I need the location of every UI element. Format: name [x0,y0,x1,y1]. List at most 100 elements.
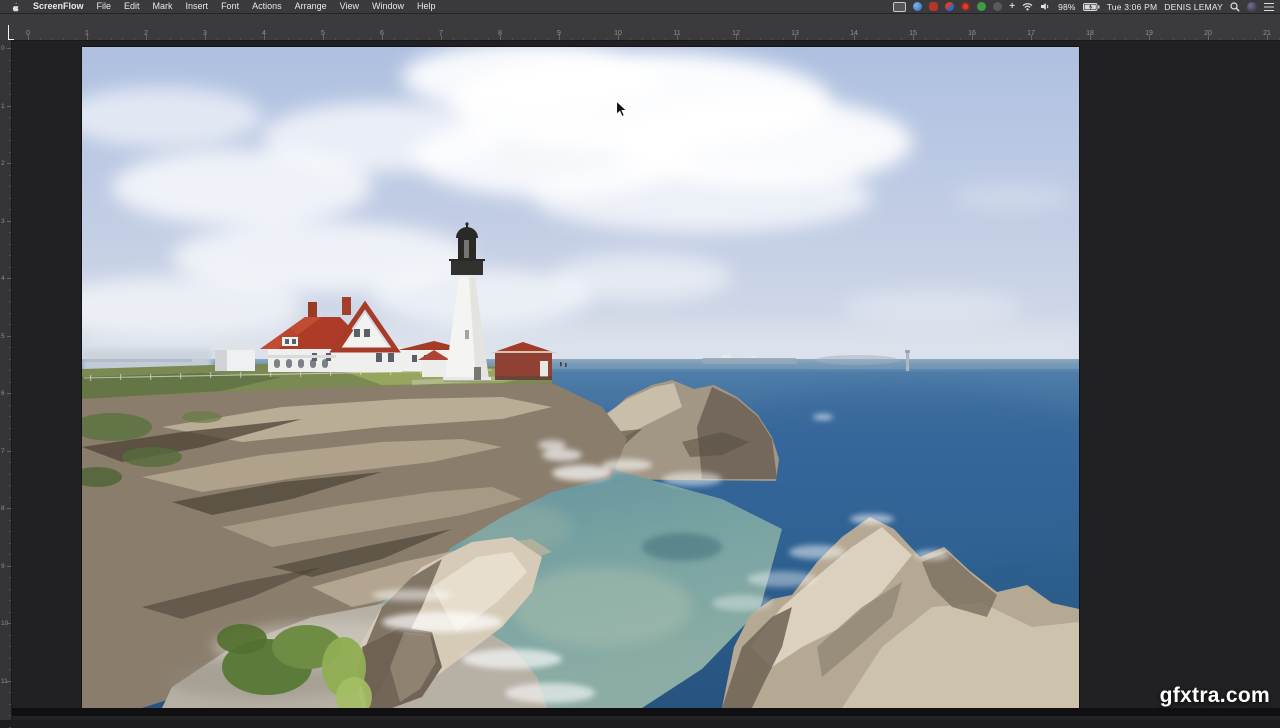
menu-items: ScreenFlow File Edit Mark Insert Font Actions A… [33,0,436,13]
ruler-tick [370,38,371,40]
ruler-tick [299,38,300,40]
menu-item-window[interactable]: Window [372,0,404,13]
ruler-tick [40,38,41,40]
ruler-tick [594,38,595,40]
ruler-tick [9,658,11,659]
ruler-tick [948,38,949,40]
ruler-tick [9,301,11,302]
ruler-number: 7 [1,448,5,455]
lantern-gallery [451,260,483,275]
display-icon[interactable] [893,2,906,12]
notification-center-icon[interactable] [1264,3,1274,11]
ruler-tick [146,35,147,40]
ruler-tick [854,35,855,40]
ruler-tick [866,38,867,40]
ruler-tick [606,38,607,40]
ruler-tick [1031,35,1032,40]
ruler-tick [9,198,11,199]
battery-percent: 98% [1058,2,1076,12]
menu-clock[interactable]: Tue 3:06 PM [1107,2,1158,12]
record-icon[interactable] [961,2,970,11]
ruler-tick [9,83,11,84]
ruler-tick [358,38,359,40]
mouse-cursor [615,100,628,119]
menu-item-file[interactable]: File [97,0,112,13]
ruler-tick [535,38,536,40]
apple-menu-icon[interactable] [12,2,20,12]
ruler-tick [9,255,11,256]
ruler-tick [960,38,961,40]
battery-icon [1083,3,1100,11]
ruler-tick [9,267,11,268]
ruler-tick [75,38,76,40]
ruler-tick [406,38,407,40]
ruler-tick [7,681,11,682]
ruler-tick [9,175,11,176]
siri-icon[interactable] [1247,2,1257,12]
ruler-tick [7,163,11,164]
menu-item-view[interactable]: View [340,0,359,13]
ruler-number: 5 [1,333,5,340]
menu-item-edit[interactable]: Edit [124,0,140,13]
ruler-tick [288,38,289,40]
ruler-tick [9,428,11,429]
ruler-number: 0 [1,45,5,52]
ruler-playhead-marker[interactable] [8,25,9,40]
ruler-tick [9,186,11,187]
ruler-tick [1149,35,1150,40]
ruler-tick [559,35,560,40]
globe-icon[interactable] [913,2,922,11]
ruler-tick [453,38,454,40]
menu-item-insert[interactable]: Insert [186,0,209,13]
ruler-tick [9,232,11,233]
red-app-icon[interactable] [929,2,938,11]
vertical-ruler: 01234567891011 [0,40,12,720]
menu-item-mark[interactable]: Mark [153,0,173,13]
ruler-tick [1102,38,1103,40]
ruler-tick [252,38,253,40]
ruler-tick [1019,38,1020,40]
ruler-tick [1043,38,1044,40]
ruler-tick [7,508,11,509]
ruler-tick [311,38,312,40]
dark-app-icon[interactable] [993,2,1002,11]
ruler-tick [9,129,11,130]
menu-item-screenflow[interactable]: ScreenFlow [33,0,84,13]
ruler-tick [335,38,336,40]
ruler-tick [9,646,11,647]
status-area: + 98% Tue 3:06 PM DENIS LEMAY [893,2,1274,12]
chimney [342,297,351,315]
menu-item-actions[interactable]: Actions [252,0,282,13]
ruler-tick [9,359,11,360]
ruler-tick [229,38,230,40]
ruler-tick [347,38,348,40]
lighthouse-photo[interactable] [82,47,1079,708]
tower-door [474,367,481,380]
ruler-tick [1078,38,1079,40]
ruler-tick [240,38,241,40]
ruler-tick [913,35,914,40]
ruler-tick [170,38,171,40]
ruler-tick [1066,38,1067,40]
ruler-tick [429,38,430,40]
ruler-tick [996,38,997,40]
menu-item-arrange[interactable]: Arrange [295,0,327,13]
ruler-number: 1 [1,103,5,110]
plus-icon[interactable]: + [1009,2,1015,11]
ruler-tick [7,451,11,452]
ruler-tick [583,38,584,40]
ruler-tick [205,35,206,40]
spotlight-icon[interactable] [1230,2,1240,12]
ruler-tick [1208,35,1209,40]
green-app-icon[interactable] [977,2,986,11]
wifi-icon[interactable] [1022,2,1033,11]
menu-item-help[interactable]: Help [417,0,436,13]
ruler-tick [524,38,525,40]
ruler-tick [1125,38,1126,40]
multicolor-app-icon[interactable] [945,2,954,11]
menu-item-font[interactable]: Font [221,0,239,13]
volume-icon[interactable] [1040,2,1051,11]
ruler-tick [134,38,135,40]
ruler-number: 4 [1,275,5,282]
fast-user-switching-name[interactable]: DENIS LEMAY [1164,2,1223,12]
